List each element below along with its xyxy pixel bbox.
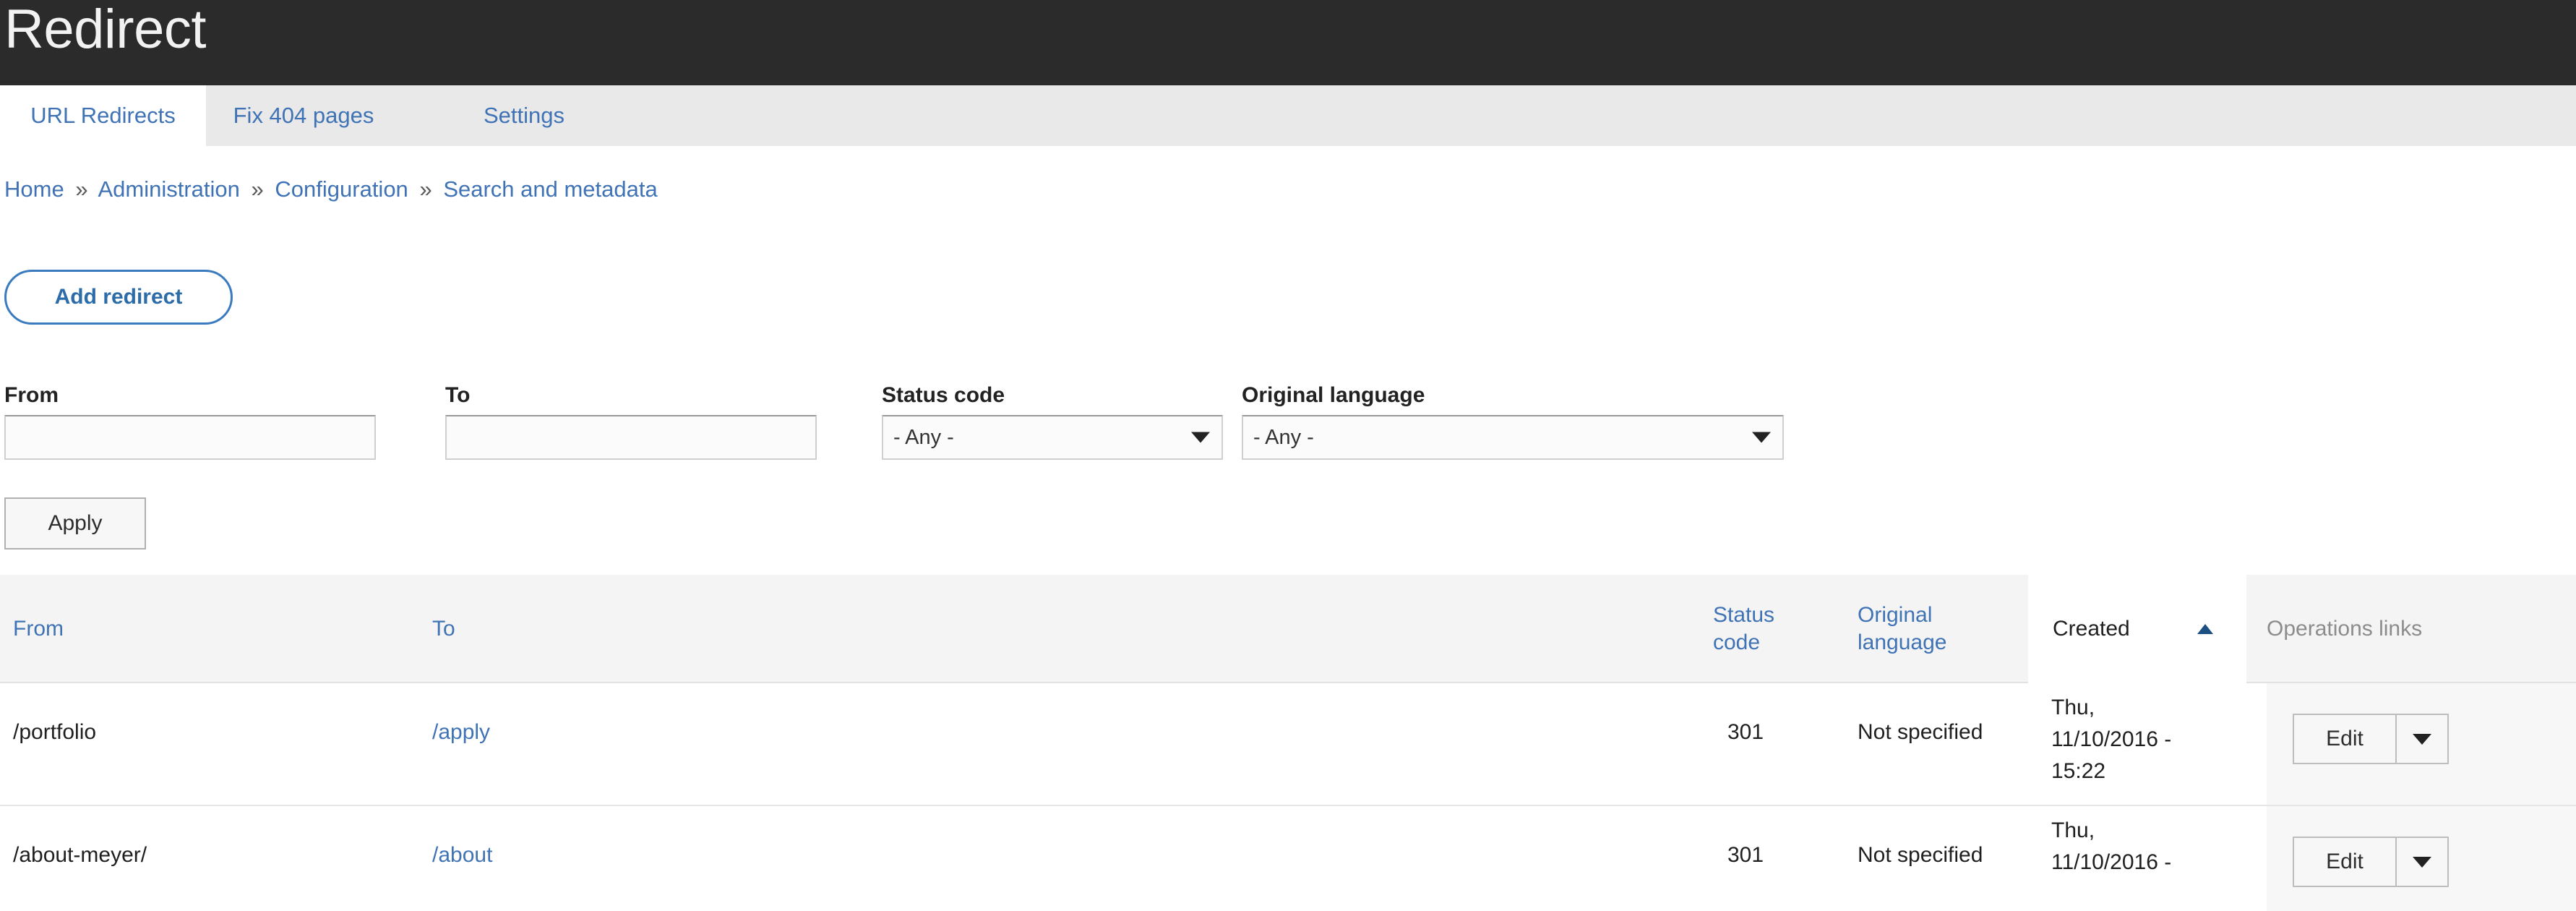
cell-to-link[interactable]: /apply [432,717,721,748]
column-header-label: Created [2053,617,2130,641]
tab-fix-404-pages[interactable]: Fix 404 pages [206,85,401,146]
original-language-field-label: Original language [1242,383,1425,407]
column-header-label: To [432,617,455,641]
apply-label: Apply [48,511,103,535]
chevron-down-icon [1191,432,1210,443]
column-header-label: Status code [1713,602,1774,656]
cell-created-line1: Thu, [2051,818,2095,842]
column-header-label-line2: code [1713,630,1761,654]
apply-button[interactable]: Apply [4,497,146,549]
breadcrumb-separator: » [251,176,264,202]
column-header-label-line2: language [1858,630,1947,654]
cell-created: Thu, 11/10/2016 - 15:22 [2051,692,2196,787]
edit-button-label: Edit [2326,850,2364,873]
breadcrumb-item-administration[interactable]: Administration [98,176,239,202]
to-filter-input[interactable] [445,415,817,460]
status-code-field-label: Status code [882,383,1005,407]
from-field-label: From [4,383,59,407]
cell-from: /portfolio [13,720,97,744]
column-header-label: Original language [1858,602,1946,656]
operations-dropdown-toggle[interactable] [2395,715,2447,763]
cell-created-line2: 11/10/2016 - [2051,850,2172,874]
breadcrumb-item-home[interactable]: Home [4,176,64,202]
chevron-down-icon [2413,856,2431,868]
tab-label: Settings [483,103,564,128]
add-redirect-label: Add redirect [54,285,183,309]
column-header-created[interactable]: Created [2028,575,2246,683]
tab-bar: URL Redirects Fix 404 pages Settings [0,85,2576,146]
chevron-down-icon [1752,432,1771,443]
tab-url-redirects[interactable]: URL Redirects [0,85,206,146]
edit-button[interactable]: Edit [2294,838,2395,886]
column-header-label: From [13,617,64,641]
cell-original-language: Not specified [1858,843,1983,867]
column-header-label: Operations links [2267,617,2423,641]
cell-from: /about-meyer/ [13,843,147,867]
column-header-operations-links: Operations links [2267,575,2576,683]
edit-button[interactable]: Edit [2294,715,2395,763]
chevron-down-icon [2413,733,2431,745]
page-title: Redirect [4,0,207,60]
column-header-original-language[interactable]: Original language [1858,575,2002,683]
table-body: /portfolio /apply 301 Not specified Thu,… [0,683,2576,911]
operations-split-button: Edit [2293,837,2449,887]
breadcrumb-item-configuration[interactable]: Configuration [275,176,408,202]
operations-dropdown-toggle[interactable] [2395,838,2447,886]
cell-created-line3: 15:22 [2051,759,2106,783]
table-header-row: From To Status code Original language Cr… [0,575,2576,683]
cell-status-code: 301 [1727,843,1764,867]
tab-label: Fix 404 pages [233,103,374,128]
sort-ascending-icon [2197,624,2213,634]
breadcrumb-separator: » [75,176,88,202]
breadcrumb-separator: » [419,176,432,202]
breadcrumb: Home » Administration » Configuration » … [4,175,658,204]
edit-button-label: Edit [2326,727,2364,750]
status-code-select[interactable]: - Any - [882,415,1223,460]
operations-split-button: Edit [2293,714,2449,764]
cell-created: Thu, 11/10/2016 - [2051,815,2196,878]
column-header-label-line1: Original [1858,603,1933,627]
tab-settings[interactable]: Settings [434,85,614,146]
column-header-label-line1: Status [1713,603,1775,627]
cell-created-line1: Thu, [2051,696,2095,719]
cell-to-link[interactable]: /about [432,839,721,871]
column-header-status-code[interactable]: Status code [1713,575,1800,683]
cell-created-line2: 11/10/2016 - [2051,727,2172,751]
original-language-selected-value: - Any - [1253,425,1314,449]
cell-original-language: Not specified [1858,720,1983,744]
cell-status-code: 301 [1727,720,1764,744]
to-field-label: To [445,383,471,407]
status-code-selected-value: - Any - [893,425,954,449]
page-header: Redirect [0,0,2576,85]
from-filter-input[interactable] [4,415,376,460]
original-language-select[interactable]: - Any - [1242,415,1784,460]
tab-label: URL Redirects [30,103,176,128]
table-row: /about-meyer/ /about 301 Not specified T… [0,806,2576,911]
redirects-table: From To Status code Original language Cr… [0,575,2576,911]
table-row: /portfolio /apply 301 Not specified Thu,… [0,683,2576,806]
column-header-to[interactable]: To [432,575,736,683]
breadcrumb-item-search-and-metadata[interactable]: Search and metadata [443,176,657,202]
add-redirect-button[interactable]: Add redirect [4,270,233,325]
column-header-from[interactable]: From [13,575,418,683]
